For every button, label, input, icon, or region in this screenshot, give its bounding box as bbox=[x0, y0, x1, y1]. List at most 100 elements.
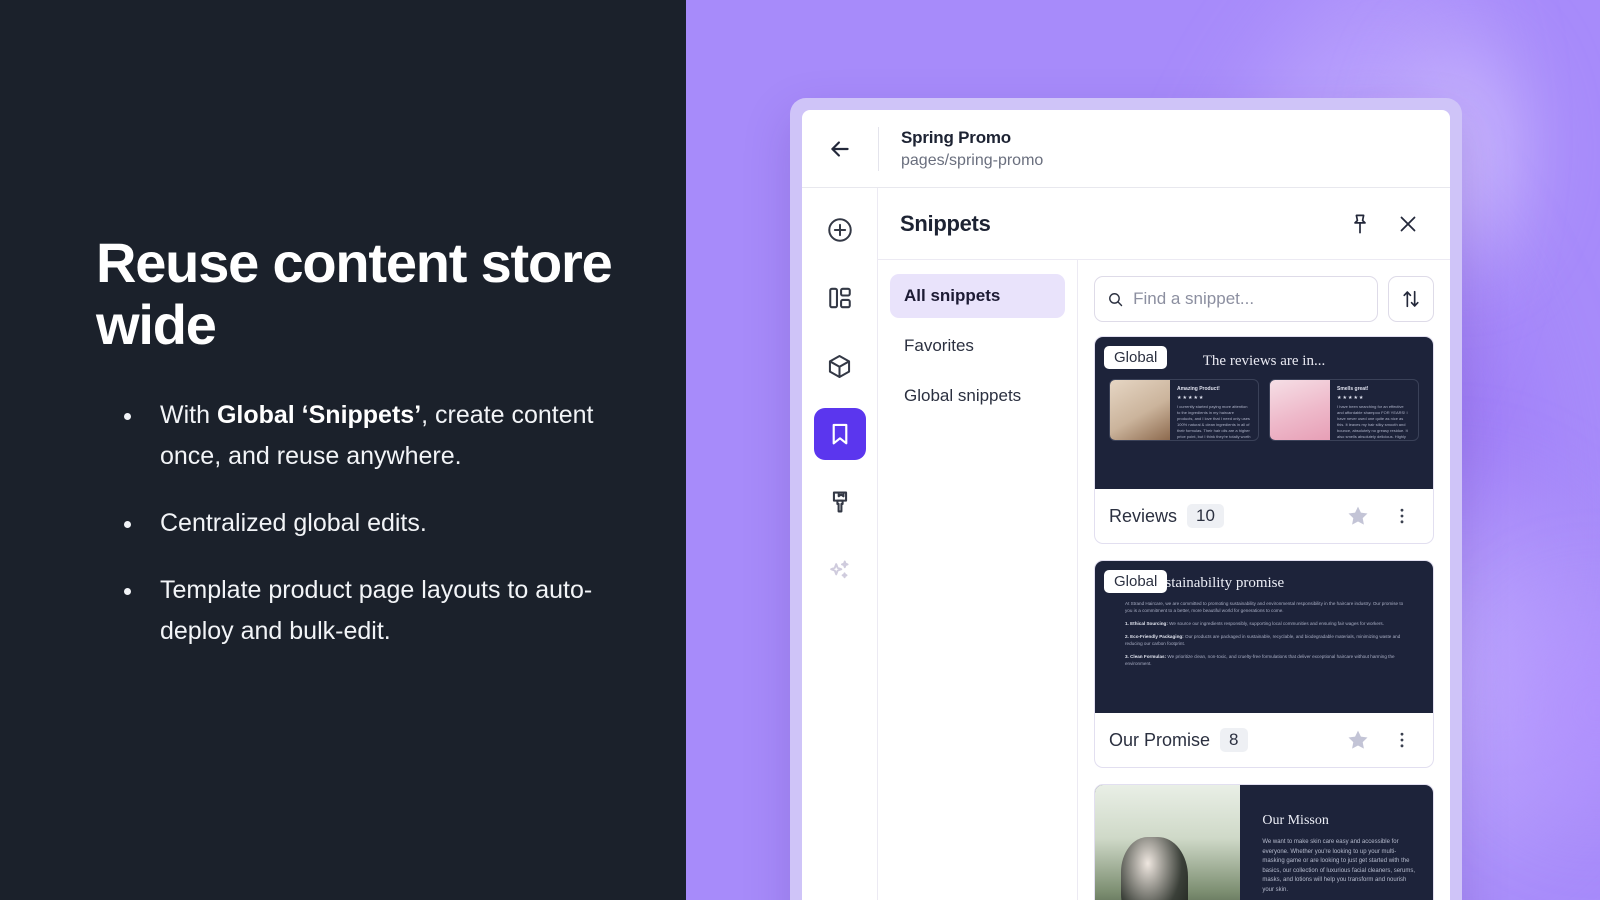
review-heading: Amazing Product! bbox=[1177, 386, 1220, 392]
rail-item-add[interactable] bbox=[814, 204, 866, 256]
mission-image bbox=[1095, 785, 1241, 900]
nav-label: Global snippets bbox=[904, 386, 1022, 405]
star-icon bbox=[1348, 506, 1368, 525]
marketing-panel: Reuse content store wide With Global ‘Sn… bbox=[0, 0, 686, 900]
review-item: Smells great! ★★★★★ I have been searchin… bbox=[1269, 379, 1419, 441]
nav-item-global-snippets[interactable]: Global snippets bbox=[890, 374, 1065, 418]
snippet-preview-reviews: Global The reviews are in... Amazing Pro… bbox=[1095, 337, 1433, 489]
nav-item-all-snippets[interactable]: All snippets bbox=[890, 274, 1065, 318]
bullet-bold: Global ‘Snippets’ bbox=[216, 401, 422, 429]
card-menu-button[interactable] bbox=[1385, 723, 1419, 757]
review-body: I have been searching for an effective a… bbox=[1337, 404, 1408, 439]
preview-body: We want to make skin care easy and acces… bbox=[1262, 839, 1416, 893]
preview-point: 2. Eco-Friendly Packaging: Our products … bbox=[1125, 633, 1411, 647]
page-title: Spring Promo bbox=[901, 127, 1011, 147]
review-text: Amazing Product! ★★★★★ I currently start… bbox=[1170, 380, 1258, 440]
review-thumbnail bbox=[1110, 380, 1170, 440]
mission-text: Our Misson We want to make skin care eas… bbox=[1240, 785, 1433, 900]
layout-dashboard-icon bbox=[828, 287, 851, 309]
app-window-inner: Spring Promo pages/spring-promo Snippets… bbox=[802, 110, 1450, 900]
point-text: We prioritize clean, non-toxic, and crue… bbox=[1125, 654, 1395, 666]
pin-button[interactable] bbox=[1340, 204, 1380, 244]
rail-item-snippets[interactable] bbox=[813, 408, 866, 460]
snippets-nav: All snippets Favorites Global snippets bbox=[878, 260, 1078, 900]
review-thumbnail bbox=[1270, 380, 1330, 440]
bullet-prefix: Centralized global edits. bbox=[160, 509, 427, 537]
favorite-button[interactable] bbox=[1341, 499, 1375, 533]
list-item: With Global ‘Snippets’, create content o… bbox=[118, 395, 618, 477]
feature-bullet-list: With Global ‘Snippets’, create content o… bbox=[118, 395, 618, 678]
point-label: 2. Eco-Friendly Packaging: bbox=[1125, 634, 1184, 639]
arrow-left-icon bbox=[831, 140, 849, 157]
preview-mission-body: Our Misson We want to make skin care eas… bbox=[1095, 785, 1433, 900]
preview-title: Our Misson bbox=[1262, 813, 1329, 828]
bullet-prefix: With bbox=[160, 401, 217, 429]
search-box[interactable] bbox=[1094, 276, 1378, 322]
status-badge: Global bbox=[1104, 570, 1168, 593]
favorite-button[interactable] bbox=[1341, 723, 1375, 757]
snippet-count: 10 bbox=[1187, 504, 1224, 528]
review-text: Smells great! ★★★★★ I have been searchin… bbox=[1330, 380, 1418, 440]
panel-title: Snippets bbox=[900, 210, 991, 236]
close-button[interactable] bbox=[1388, 204, 1428, 244]
kebab-menu-icon bbox=[1400, 508, 1404, 524]
app-topbar: Spring Promo pages/spring-promo bbox=[802, 110, 1450, 188]
panel-header: Snippets bbox=[878, 188, 1450, 260]
snippet-card[interactable]: Global The reviews are in... Amazing Pro… bbox=[1094, 336, 1434, 544]
search-row bbox=[1094, 276, 1434, 322]
back-button[interactable] bbox=[802, 110, 878, 187]
cube-icon bbox=[828, 354, 851, 378]
paint-brush-icon bbox=[832, 491, 847, 513]
star-icon bbox=[1348, 730, 1368, 749]
bullet-prefix: Template product page layouts to auto-de… bbox=[160, 576, 593, 645]
snippet-card[interactable]: Global Our sustainability promise At Str… bbox=[1094, 560, 1434, 768]
nav-label: All snippets bbox=[904, 286, 1001, 305]
panel-body: All snippets Favorites Global snippets F… bbox=[878, 260, 1450, 900]
preview-title: Our sustainability promise bbox=[1125, 575, 1285, 591]
preview-review-row: Amazing Product! ★★★★★ I currently start… bbox=[1095, 370, 1433, 441]
snippet-cards: Global The reviews are in... Amazing Pro… bbox=[1094, 336, 1434, 900]
page-path: pages/spring-promo bbox=[901, 151, 1044, 169]
list-item: Template product page layouts to auto-de… bbox=[118, 570, 618, 652]
snippet-card[interactable]: Our Misson We want to make skin care eas… bbox=[1094, 784, 1434, 900]
sort-button[interactable] bbox=[1388, 276, 1434, 322]
point-text: We source our ingredients responsibly, s… bbox=[1167, 621, 1384, 626]
page-meta: Spring Promo pages/spring-promo bbox=[879, 128, 1043, 170]
snippet-preview-sustainability: Global Our sustainability promise At Str… bbox=[1095, 561, 1433, 713]
review-heading: Smells great! bbox=[1337, 386, 1369, 392]
card-menu-button[interactable] bbox=[1385, 499, 1419, 533]
list-item: Centralized global edits. bbox=[118, 503, 618, 544]
review-stars: ★★★★★ bbox=[1177, 395, 1205, 401]
snippet-name: Our Promise bbox=[1109, 729, 1211, 750]
bookmark-icon bbox=[832, 423, 847, 445]
search-input[interactable] bbox=[1133, 289, 1365, 309]
point-label: 1. Ethical Sourcing: bbox=[1125, 621, 1168, 626]
snippet-name: Reviews bbox=[1109, 505, 1178, 526]
sort-arrows-icon bbox=[1403, 290, 1419, 308]
rail-item-ai[interactable] bbox=[814, 544, 866, 596]
kebab-menu-icon bbox=[1400, 732, 1404, 748]
app-body: Snippets All snippets Favorites Global s… bbox=[802, 188, 1450, 900]
sparkles-icon bbox=[829, 560, 849, 579]
nav-item-favorites[interactable]: Favorites bbox=[890, 324, 1065, 368]
review-stars: ★★★★★ bbox=[1337, 395, 1365, 401]
status-badge: Global bbox=[1104, 346, 1168, 369]
snippet-count: 8 bbox=[1220, 728, 1248, 752]
icon-rail bbox=[802, 188, 878, 900]
rail-item-theme[interactable] bbox=[814, 476, 866, 528]
rail-item-products[interactable] bbox=[814, 340, 866, 392]
preview-point: 1. Ethical Sourcing: We source our ingre… bbox=[1125, 620, 1411, 627]
screenshot-root: Reuse content store wide With Global ‘Sn… bbox=[0, 0, 1600, 900]
preview-intro: At Strand Haircare, we are committed to … bbox=[1125, 601, 1404, 613]
search-icon bbox=[1109, 292, 1123, 306]
snippets-panel: Snippets All snippets Favorites Global s… bbox=[878, 188, 1450, 900]
close-icon bbox=[1400, 216, 1416, 231]
pin-icon bbox=[1354, 214, 1366, 233]
snippet-preview-mission: Our Misson We want to make skin care eas… bbox=[1095, 785, 1433, 900]
point-label: 3. Clean Formulas: bbox=[1125, 654, 1167, 659]
nav-label: Favorites bbox=[904, 336, 974, 355]
snippet-card-footer: Reviews 10 bbox=[1095, 489, 1433, 543]
rail-item-layout[interactable] bbox=[814, 272, 866, 324]
snippet-card-footer: Our Promise 8 bbox=[1095, 713, 1433, 767]
plus-circle-icon bbox=[827, 218, 852, 242]
